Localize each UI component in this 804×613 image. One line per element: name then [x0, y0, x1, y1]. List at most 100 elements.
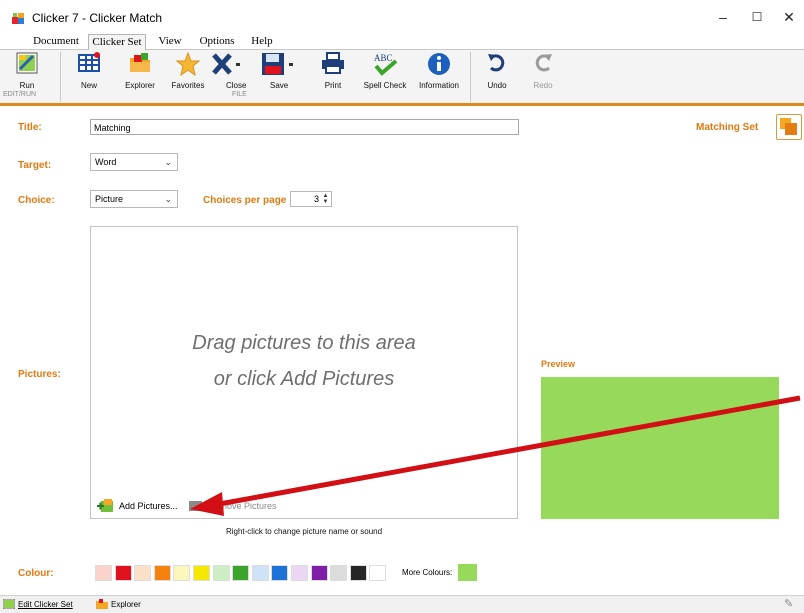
new-button[interactable]: New — [74, 52, 104, 90]
add-pictures-label: Add Pictures... — [119, 501, 178, 511]
colour-swatch[interactable] — [330, 565, 348, 581]
colour-swatch[interactable] — [134, 565, 152, 581]
colour-swatch[interactable] — [153, 565, 171, 581]
colour-swatch[interactable] — [95, 565, 112, 581]
information-label: Information — [418, 81, 460, 90]
run-icon — [16, 52, 38, 74]
more-colours-swatch[interactable] — [458, 564, 477, 581]
preview-box — [541, 377, 779, 519]
colour-swatch[interactable] — [271, 565, 289, 581]
grid-new-icon — [78, 52, 100, 72]
choice-select[interactable]: Picture ⌄ — [90, 190, 178, 208]
tab-view[interactable]: View — [155, 34, 185, 49]
colour-swatch[interactable] — [193, 565, 210, 581]
spin-arrows-icon[interactable]: ▲ ▼ — [321, 193, 330, 205]
tab-options[interactable]: Options — [197, 34, 237, 49]
explorer-status-label: Explorer — [111, 599, 141, 609]
add-pictures-icon — [97, 499, 113, 512]
favorites-button[interactable]: Favorites — [167, 52, 209, 90]
choices-per-page-value: 3 — [313, 194, 319, 204]
title-label: Title: — [18, 122, 42, 133]
picture-hint: Right-click to change picture name or so… — [225, 527, 383, 536]
edit-set-icon — [3, 599, 15, 609]
redo-icon — [535, 54, 552, 72]
redo-label: Redo — [533, 81, 553, 90]
colour-swatch[interactable] — [232, 565, 250, 581]
choice-value: Picture — [95, 194, 124, 204]
choices-per-page-spinner[interactable]: 3 ▲ ▼ — [290, 191, 332, 207]
minimize-button[interactable]: – — [708, 5, 738, 29]
drop-text-line2: or click Add Pictures — [213, 368, 395, 390]
floppy-save-icon — [262, 53, 293, 75]
close-label: Close — [226, 81, 247, 90]
explorer-status-tab[interactable]: Explorer — [96, 598, 141, 610]
ribbon-group-edit-run: EDIT/RUN — [3, 91, 37, 98]
star-favorites-icon — [176, 52, 200, 76]
tab-help[interactable]: Help — [248, 34, 276, 49]
explorer-button[interactable]: Explorer — [118, 52, 162, 90]
target-label: Target: — [18, 160, 52, 171]
chevron-down-icon: ⌄ — [164, 157, 172, 167]
colour-swatch[interactable] — [212, 565, 230, 581]
spell-check-icon: ABC — [374, 53, 398, 76]
choices-per-page-label: Choices per page — [203, 195, 287, 206]
maximize-button[interactable]: ☐ — [742, 5, 772, 29]
colour-swatch[interactable] — [369, 565, 387, 581]
colour-swatch[interactable] — [173, 565, 191, 581]
information-button[interactable]: Information — [414, 52, 464, 90]
matching-set-icon — [780, 118, 797, 135]
undo-icon — [488, 54, 505, 72]
clicker-app-icon — [12, 13, 24, 24]
redo-button[interactable]: Redo — [528, 52, 558, 90]
colour-swatch[interactable] — [310, 565, 328, 581]
printer-icon — [322, 52, 344, 74]
spell-check-label: Spell Check — [363, 81, 407, 90]
colour-swatch[interactable] — [114, 565, 132, 581]
matching-set-label: Matching Set — [696, 122, 759, 133]
save-label: Save — [270, 81, 289, 90]
remove-pictures-label: Remove Pictures — [208, 501, 277, 511]
close-x-icon — [212, 53, 240, 75]
tab-document[interactable]: Document — [30, 34, 82, 49]
target-select[interactable]: Word ⌄ — [90, 153, 178, 171]
print-label: Print — [324, 81, 342, 90]
edit-clicker-set-tab[interactable]: Edit Clicker Set — [3, 598, 73, 610]
spell-check-button[interactable]: ABC Spell Check — [360, 52, 410, 90]
chevron-down-icon: ⌄ — [164, 194, 172, 204]
print-button[interactable]: Print — [318, 52, 348, 90]
remove-pictures-button[interactable]: Remove Pictures — [188, 497, 277, 515]
tab-clicker-set[interactable]: Clicker Set — [88, 34, 146, 51]
colour-swatch[interactable] — [251, 565, 269, 581]
ribbon-separator — [470, 52, 471, 102]
title-input[interactable]: Matching — [90, 119, 519, 135]
more-colours-label: More Colours: — [402, 568, 453, 577]
run-label: Run — [19, 81, 35, 90]
pictures-label: Pictures: — [18, 369, 61, 380]
close-window-button[interactable]: ✕ — [774, 5, 804, 29]
colour-label: Colour: — [18, 568, 54, 579]
drop-area-instructions: Drag pictures to this area or click Add … — [90, 325, 518, 397]
close-button[interactable]: Close — [212, 52, 254, 90]
colour-swatch[interactable] — [349, 565, 367, 581]
ribbon-group-file: FILE — [232, 91, 247, 98]
target-value: Word — [95, 157, 117, 167]
favorites-label: Favorites — [171, 81, 205, 90]
undo-button[interactable]: Undo — [482, 52, 512, 90]
choice-label: Choice: — [18, 195, 55, 206]
colour-swatch[interactable] — [291, 565, 308, 581]
edit-clicker-set-label: Edit Clicker Set — [18, 599, 73, 609]
window-title: Clicker 7 - Clicker Match — [32, 11, 163, 25]
drop-text-line1: Drag pictures to this area — [192, 332, 416, 354]
save-button[interactable]: Save — [258, 52, 306, 90]
matching-set-button[interactable] — [776, 114, 802, 140]
svg-text:ABC: ABC — [374, 53, 393, 63]
resize-grip-icon[interactable]: ✎ — [784, 597, 793, 610]
add-pictures-button[interactable]: Add Pictures... — [97, 497, 178, 515]
preview-label: Preview — [541, 359, 576, 369]
ribbon-separator — [60, 52, 61, 102]
undo-label: Undo — [487, 81, 507, 90]
info-icon — [428, 53, 450, 75]
new-label: New — [80, 81, 97, 90]
explorer-folder-icon — [96, 599, 108, 609]
run-button[interactable]: Run — [10, 52, 44, 90]
